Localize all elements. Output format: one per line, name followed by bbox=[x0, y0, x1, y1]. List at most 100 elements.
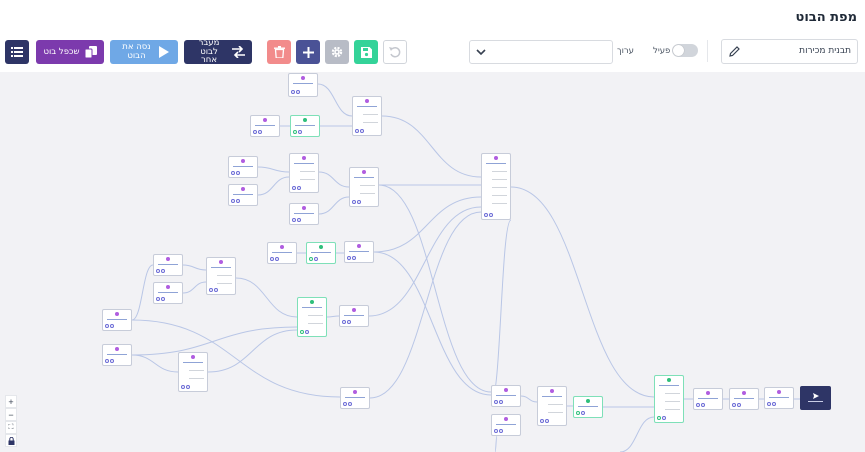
send-node[interactable] bbox=[800, 386, 831, 410]
flow-edge bbox=[369, 211, 482, 399]
undo-button[interactable] bbox=[383, 40, 407, 64]
node-text-line bbox=[217, 275, 232, 276]
flow-node[interactable] bbox=[344, 241, 374, 263]
node-text-line bbox=[293, 83, 313, 84]
flow-node[interactable] bbox=[340, 387, 370, 409]
node-ports bbox=[342, 320, 351, 324]
flow-node[interactable] bbox=[573, 396, 603, 418]
flow-node[interactable] bbox=[352, 96, 382, 136]
flow-node[interactable] bbox=[349, 167, 379, 207]
node-ports bbox=[657, 416, 666, 420]
node-type-icon bbox=[706, 391, 710, 395]
add-node-button[interactable] bbox=[296, 40, 320, 64]
flow-node[interactable] bbox=[153, 254, 183, 276]
flow-edge bbox=[510, 186, 655, 398]
flow-node[interactable] bbox=[491, 414, 521, 436]
flow-edge bbox=[490, 219, 512, 403]
node-text-line bbox=[294, 163, 314, 164]
flow-edge bbox=[257, 176, 290, 196]
flow-node[interactable] bbox=[250, 115, 280, 137]
switch-bot-button[interactable]: מעבר לבוט אחר bbox=[184, 37, 252, 66]
flow-node[interactable] bbox=[228, 184, 258, 206]
node-type-icon bbox=[191, 355, 195, 359]
flow-node[interactable] bbox=[729, 388, 759, 410]
send-icon bbox=[808, 393, 823, 402]
flow-node[interactable] bbox=[289, 153, 319, 193]
flow-canvas[interactable] bbox=[0, 72, 865, 452]
node-text-line bbox=[542, 396, 562, 397]
node-text-line bbox=[300, 171, 315, 172]
flow-edge bbox=[619, 416, 655, 452]
flow-node[interactable] bbox=[537, 386, 567, 426]
node-text-line bbox=[665, 401, 680, 402]
flow-node[interactable] bbox=[267, 242, 297, 264]
flow-edge bbox=[373, 251, 492, 396]
flow-node[interactable] bbox=[693, 388, 723, 410]
save-button[interactable] bbox=[354, 40, 378, 64]
node-type-icon bbox=[263, 118, 267, 122]
settings-button[interactable] bbox=[325, 40, 349, 64]
node-text-line bbox=[158, 264, 178, 265]
flow-edge bbox=[317, 83, 353, 117]
node-text-line bbox=[300, 179, 315, 180]
delete-button[interactable] bbox=[267, 40, 291, 64]
node-ports bbox=[181, 385, 190, 389]
flow-node[interactable] bbox=[289, 203, 319, 225]
bot-select[interactable] bbox=[469, 40, 613, 64]
flow-node[interactable] bbox=[339, 305, 369, 327]
node-ports bbox=[253, 130, 262, 134]
node-text-line bbox=[548, 404, 563, 405]
node-text-line bbox=[492, 187, 507, 188]
node-ports bbox=[494, 400, 503, 404]
clone-bot-button[interactable]: שכפל בוט bbox=[36, 40, 104, 64]
flow-edge bbox=[378, 184, 492, 393]
node-text-line bbox=[308, 323, 323, 324]
flow-node[interactable] bbox=[306, 242, 336, 264]
test-bot-label: נסה את הבוט bbox=[122, 42, 151, 61]
test-bot-button[interactable]: נסה את הבוט bbox=[110, 40, 178, 64]
flow-node[interactable] bbox=[481, 153, 511, 220]
node-text-line bbox=[255, 125, 275, 126]
flow-node[interactable] bbox=[297, 297, 327, 337]
gear-icon bbox=[331, 46, 343, 58]
node-text-line bbox=[295, 125, 315, 126]
node-text-line bbox=[496, 395, 516, 396]
flow-node[interactable] bbox=[153, 282, 183, 304]
flow-node[interactable] bbox=[228, 156, 258, 178]
node-type-icon bbox=[302, 206, 306, 210]
node-type-icon bbox=[504, 417, 508, 421]
switch-bot-label: מעבר לבוט אחר bbox=[198, 37, 220, 66]
flow-node[interactable] bbox=[288, 73, 318, 97]
zoom-controls: + − ⛶ bbox=[5, 395, 17, 447]
node-type-icon bbox=[303, 118, 307, 122]
node-text-line bbox=[354, 177, 374, 178]
node-ports bbox=[105, 324, 114, 328]
node-type-icon bbox=[301, 76, 305, 80]
flow-node[interactable] bbox=[102, 344, 132, 366]
zoom-in-button[interactable]: + bbox=[5, 395, 17, 408]
lock-button[interactable] bbox=[5, 434, 17, 447]
node-ports bbox=[696, 403, 705, 407]
flow-node[interactable] bbox=[491, 385, 521, 407]
flow-node[interactable] bbox=[102, 309, 132, 331]
flow-edge bbox=[131, 326, 298, 356]
plus-icon bbox=[302, 46, 314, 58]
flow-edge bbox=[131, 264, 154, 321]
flow-edge bbox=[326, 315, 340, 318]
active-toggle[interactable] bbox=[672, 44, 698, 57]
node-text-line bbox=[360, 193, 375, 194]
zoom-out-button[interactable]: − bbox=[5, 408, 17, 421]
node-text-line bbox=[734, 398, 754, 399]
node-text-line bbox=[659, 385, 679, 386]
node-text-line bbox=[107, 354, 127, 355]
flow-node[interactable] bbox=[290, 115, 320, 137]
flow-edge bbox=[235, 277, 298, 318]
bot-name-field[interactable]: תבנית מכירות bbox=[721, 39, 858, 64]
flow-node[interactable] bbox=[764, 387, 794, 409]
menu-button[interactable] bbox=[5, 40, 29, 64]
flow-node[interactable] bbox=[654, 375, 684, 423]
node-type-icon bbox=[586, 399, 590, 403]
flow-node[interactable] bbox=[178, 352, 208, 392]
fit-view-button[interactable]: ⛶ bbox=[5, 421, 17, 434]
flow-node[interactable] bbox=[206, 257, 236, 295]
